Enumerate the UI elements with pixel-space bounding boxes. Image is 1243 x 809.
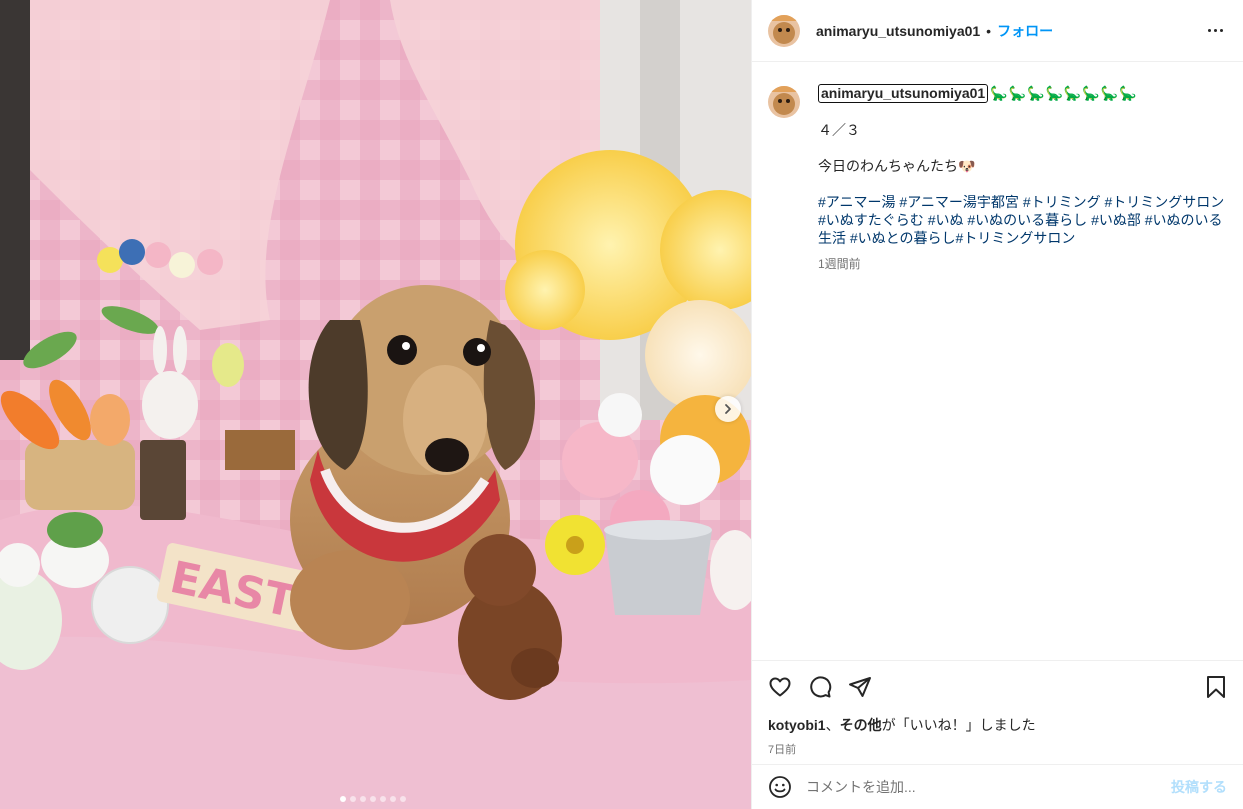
comment-bar: 投稿する — [752, 764, 1243, 809]
caption-dinosaur-emojis: 🦕🦕🦕🦕🦕🦕🦕🦕 — [990, 85, 1138, 101]
comment-icon[interactable] — [808, 675, 832, 699]
caption-hashtags: #アニマー湯 #アニマー湯宇都宮 #トリミング #トリミングサロン #いぬすたぐ… — [818, 193, 1228, 247]
post-caption: animaryu_utsunomiya01 🦕🦕🦕🦕🦕🦕🦕🦕 ４／３ 今日のわんち… — [768, 84, 1231, 272]
chevron-right-icon — [725, 404, 731, 414]
bookmark-icon[interactable] — [1205, 675, 1227, 699]
post-side-panel: animaryu_utsunomiya01 • フォロー animaryu_ut… — [751, 0, 1243, 809]
carousel-dot — [370, 796, 376, 802]
comment-input[interactable] — [806, 779, 1171, 795]
hashtag-link[interactable]: #アニマー湯宇都宮 — [899, 194, 1019, 210]
more-options-button[interactable] — [1204, 25, 1227, 36]
carousel-dot — [350, 796, 356, 802]
likes-summary: kotyobi1、その他が「いいね！」しました — [768, 717, 1036, 733]
liker-username[interactable]: kotyobi1 — [768, 717, 826, 733]
caption-body: animaryu_utsunomiya01 🦕🦕🦕🦕🦕🦕🦕🦕 ４／３ 今日のわんち… — [818, 84, 1231, 272]
caption-time-ago: 1週間前 — [818, 257, 861, 271]
carousel-dot — [340, 796, 346, 802]
instagram-post-view: EASTER animaryu_utsunomiya01 • フォロー anim… — [0, 0, 1243, 809]
carousel-dot — [390, 796, 396, 802]
share-icon[interactable] — [848, 675, 872, 699]
caption-date: ４／３ — [818, 122, 860, 138]
hashtag-link[interactable]: #いぬ部 — [1091, 212, 1141, 228]
hashtag-link[interactable]: #トリミングサロン — [1105, 194, 1225, 210]
caption-today: 今日のわんちゃんたち🐶 — [818, 158, 976, 174]
carousel-dot — [360, 796, 366, 802]
avatar[interactable] — [768, 14, 800, 47]
post-header: animaryu_utsunomiya01 • フォロー — [752, 0, 1243, 62]
post-actions: kotyobi1、その他が「いいね！」しました 7日前 — [752, 660, 1243, 757]
action-bar — [768, 673, 1227, 701]
post-photo[interactable]: EASTER — [0, 0, 751, 809]
avatar-image — [768, 86, 800, 118]
avatar-image — [768, 14, 800, 47]
post-comment-button[interactable]: 投稿する — [1171, 777, 1227, 797]
carousel-dot — [380, 796, 386, 802]
hashtag-link[interactable]: #いぬ — [928, 212, 964, 228]
post-date: 7日前 — [768, 744, 797, 756]
follow-button[interactable]: フォロー — [997, 21, 1053, 41]
carousel-indicator — [340, 796, 406, 802]
dog-photo-image: EASTER — [0, 0, 751, 809]
header-separator: • — [986, 22, 992, 39]
hashtag-link[interactable]: #いぬすたぐらむ — [818, 212, 924, 228]
emoji-icon[interactable] — [768, 775, 792, 799]
likes-others-link[interactable]: その他 — [840, 717, 882, 733]
heart-icon[interactable] — [768, 675, 792, 699]
caption-username-link[interactable]: animaryu_utsunomiya01 — [818, 84, 989, 103]
caption-avatar[interactable] — [768, 86, 800, 118]
carousel-dot — [400, 796, 406, 802]
hashtag-link[interactable]: #いぬとの暮らし — [850, 230, 956, 246]
hashtag-link[interactable]: #トリミングサロン — [956, 230, 1076, 246]
hashtag-link[interactable]: #トリミング — [1023, 194, 1101, 210]
header-username[interactable]: animaryu_utsunomiya01 — [816, 23, 980, 39]
next-slide-button[interactable] — [715, 396, 741, 422]
more-options-icon — [1208, 29, 1211, 32]
hashtag-link[interactable]: #アニマー湯 — [818, 194, 896, 210]
hashtag-link[interactable]: #いぬのいる暮らし — [967, 212, 1087, 228]
